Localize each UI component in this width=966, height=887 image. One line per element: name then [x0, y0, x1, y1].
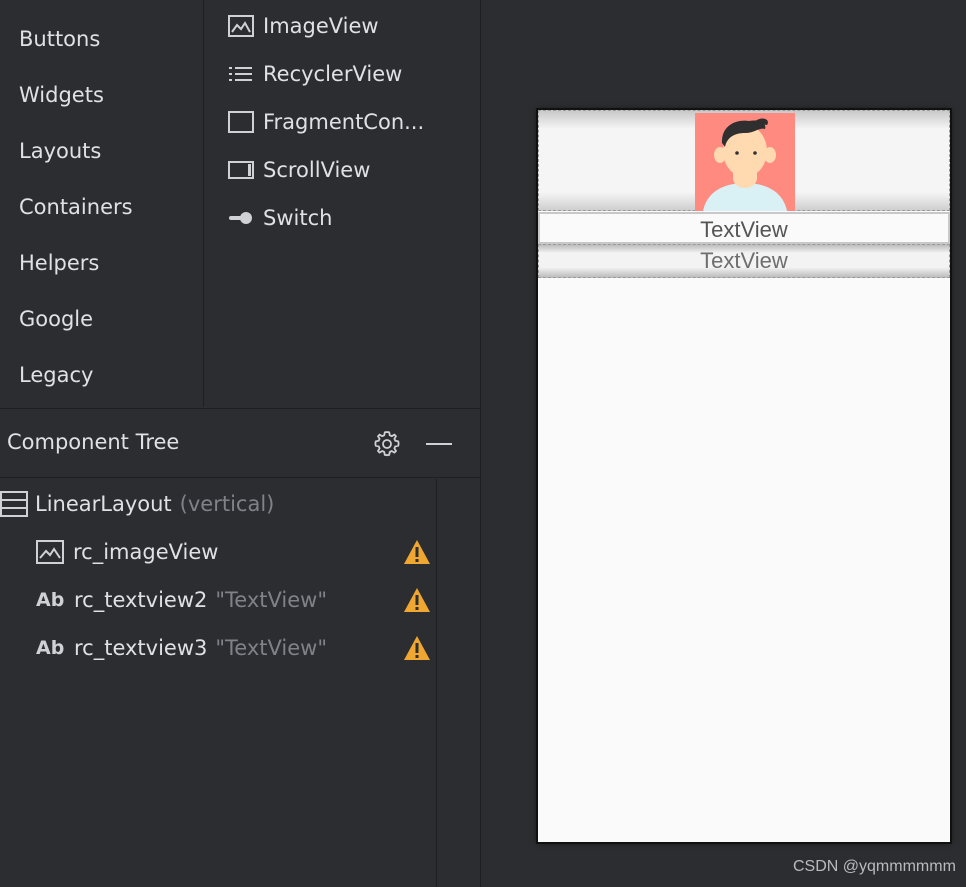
fragment-container-icon: [227, 110, 255, 134]
tree-row-linearlayout[interactable]: LinearLayout (vertical): [0, 487, 274, 521]
palette-items: ImageView RecyclerView FragmentCon... Sc…: [205, 0, 480, 407]
palette-item-label: ScrollView: [263, 158, 371, 182]
tree-item-hint: "TextView": [215, 588, 328, 612]
palette-item-recyclerview[interactable]: RecyclerView: [227, 58, 402, 90]
component-tree-title: Component Tree: [7, 430, 180, 454]
palette-item-scrollview[interactable]: ScrollView: [227, 154, 370, 186]
tree-item-name: rc_imageView: [73, 540, 219, 564]
avatar: [695, 113, 795, 211]
device-preview[interactable]: TextView TextView: [538, 110, 950, 842]
tree-item-name: rc_textview3: [74, 636, 208, 660]
tree-item-name: rc_textview2: [74, 588, 208, 612]
minimize-icon[interactable]: [424, 429, 454, 459]
palette-item-label: ImageView: [263, 14, 379, 38]
warning-icon[interactable]: [403, 539, 431, 565]
category-widgets[interactable]: Widgets: [19, 80, 104, 110]
category-buttons[interactable]: Buttons: [19, 24, 100, 54]
category-layouts[interactable]: Layouts: [19, 136, 101, 166]
category-containers[interactable]: Containers: [19, 192, 133, 222]
preview-imageview[interactable]: [538, 110, 950, 211]
warning-icon[interactable]: [403, 635, 431, 661]
warning-icon[interactable]: [403, 587, 431, 613]
category-google[interactable]: Google: [19, 304, 93, 334]
tree-item-name: LinearLayout: [35, 492, 172, 516]
image-icon: [36, 540, 64, 564]
watermark: CSDN @yqmmmmmm: [793, 858, 956, 875]
palette-item-label: RecyclerView: [263, 62, 403, 86]
list-icon: [227, 62, 255, 86]
tree-row-rc-imageview[interactable]: rc_imageView: [36, 535, 218, 569]
preview-textview3[interactable]: TextView: [538, 244, 950, 278]
switch-icon: [227, 206, 255, 230]
linear-layout-icon: [0, 490, 28, 518]
palette-categories: Buttons Widgets Layouts Containers Helpe…: [0, 0, 204, 407]
text-ab-icon: Ab: [36, 589, 65, 611]
text-ab-icon: Ab: [36, 637, 65, 659]
tree-row-rc-textview2[interactable]: Ab rc_textview2 "TextView": [36, 583, 327, 617]
palette-item-label: Switch: [263, 206, 333, 230]
palette-item-fragmentcontainer[interactable]: FragmentCon...: [227, 106, 424, 138]
palette-item-imageview[interactable]: ImageView: [227, 10, 379, 42]
tree-row-rc-textview3[interactable]: Ab rc_textview3 "TextView": [36, 631, 327, 665]
component-tree-header: Component Tree: [0, 408, 480, 478]
category-helpers[interactable]: Helpers: [19, 248, 99, 278]
palette-item-label: FragmentCon...: [263, 110, 425, 134]
component-tree: LinearLayout (vertical) rc_imageView Ab …: [0, 479, 437, 887]
scrollview-icon: [227, 158, 255, 182]
palette-item-switch[interactable]: Switch: [227, 202, 332, 234]
category-legacy[interactable]: Legacy: [19, 360, 93, 390]
tree-item-hint: (vertical): [179, 492, 275, 516]
gear-icon[interactable]: [372, 429, 402, 459]
tree-item-hint: "TextView": [215, 636, 328, 660]
preview-textview2[interactable]: TextView: [538, 212, 950, 244]
image-icon: [227, 14, 255, 38]
